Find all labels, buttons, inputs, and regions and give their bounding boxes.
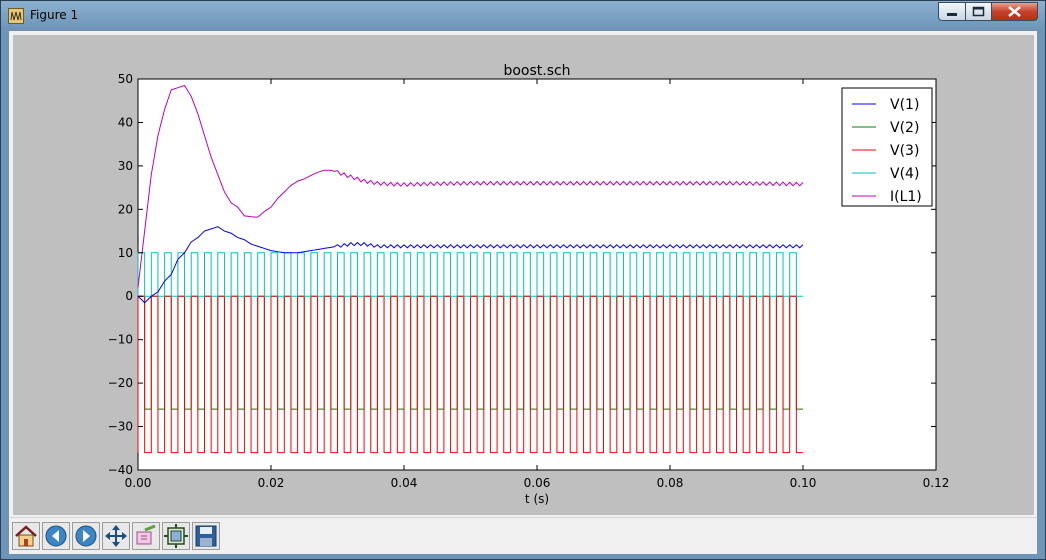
zoom-button[interactable] — [132, 522, 160, 550]
y-tick-label: 40 — [118, 115, 133, 129]
navigation-toolbar — [9, 517, 1037, 554]
arrow-right-icon — [75, 525, 97, 547]
maximize-icon — [972, 6, 985, 17]
legend-label: V(1) — [890, 97, 919, 113]
minimize-button[interactable] — [938, 2, 966, 21]
window-title: Figure 1 — [30, 8, 79, 22]
y-tick-label: −20 — [108, 376, 133, 390]
home-button[interactable] — [12, 522, 40, 550]
x-axis-label: t (s) — [525, 492, 549, 506]
x-tick-label: 0.10 — [790, 476, 817, 490]
pan-arrows-icon — [105, 525, 127, 547]
close-button[interactable] — [991, 2, 1038, 21]
x-tick-label: 0.00 — [125, 476, 152, 490]
save-button[interactable] — [192, 522, 220, 550]
maximize-button[interactable] — [965, 2, 992, 21]
plot-svg[interactable]: 0.00 0.02 0.04 0.06 0.08 0.10 0.12 −40 −30 −20 −10… — [13, 35, 1034, 515]
y-tick-label: −10 — [108, 333, 133, 347]
x-tick-label: 0.04 — [391, 476, 418, 490]
close-icon — [1008, 6, 1021, 17]
y-tick-label: 50 — [118, 72, 133, 86]
series-line-v-3- — [137, 295, 803, 454]
home-icon — [15, 525, 37, 547]
back-button[interactable] — [42, 522, 70, 550]
forward-button[interactable] — [72, 522, 100, 550]
floppy-disk-icon — [195, 525, 217, 547]
zoom-rect-icon — [136, 524, 156, 545]
x-tick-label: 0.12 — [923, 476, 950, 490]
chart-title: boost.sch — [503, 63, 570, 79]
legend-label: V(2) — [890, 120, 919, 136]
x-tick-label: 0.02 — [258, 476, 285, 490]
x-tick-label: 0.06 — [524, 476, 551, 490]
subplots-button[interactable] — [162, 522, 190, 550]
minimize-icon — [947, 13, 957, 16]
figure-canvas: 0.00 0.02 0.04 0.06 0.08 0.10 0.12 −40 −30 −20 −10… — [13, 35, 1034, 515]
arrow-left-icon — [45, 525, 67, 547]
legend-label: V(4) — [890, 166, 919, 182]
y-tick-label: 0 — [125, 289, 133, 303]
y-tick-label: 20 — [118, 202, 133, 216]
pan-button[interactable] — [102, 522, 130, 550]
title-bar[interactable]: Figure 1 — [1, 1, 1045, 31]
subplots-icon — [164, 524, 188, 548]
y-tick-label: 10 — [118, 246, 133, 260]
legend-label: V(3) — [890, 143, 919, 159]
legend-label: I(L1) — [890, 189, 922, 205]
series-line-v-4- — [137, 252, 803, 297]
figure-client-area: 0.00 0.02 0.04 0.06 0.08 0.10 0.12 −40 −30 −20 −10… — [8, 30, 1038, 554]
y-tick-label: −30 — [108, 420, 133, 434]
x-tick-label: 0.08 — [657, 476, 684, 490]
app-icon — [8, 8, 24, 24]
figure-window: Figure 1 0.00 0.02 0.04 0.06 0.08 0.10 0.12 −40… — [0, 0, 1046, 560]
legend: V(1) V(2) V(3) V(4) I(L1) — [841, 87, 933, 207]
y-tick-label: −40 — [108, 463, 133, 477]
y-tick-label: 30 — [118, 159, 133, 173]
